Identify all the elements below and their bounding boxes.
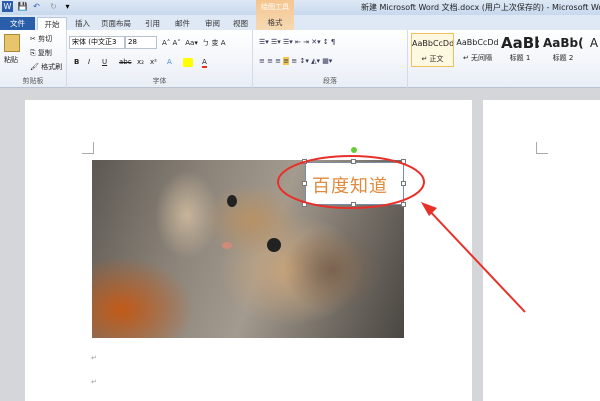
arrow-head xyxy=(421,202,437,216)
paragraph-mark: ↵ xyxy=(91,378,97,386)
annotation-layer xyxy=(277,155,526,313)
annotation-arrow xyxy=(424,205,526,313)
highlight-ellipse xyxy=(277,155,425,209)
paragraph-mark: ↵ xyxy=(91,354,97,362)
